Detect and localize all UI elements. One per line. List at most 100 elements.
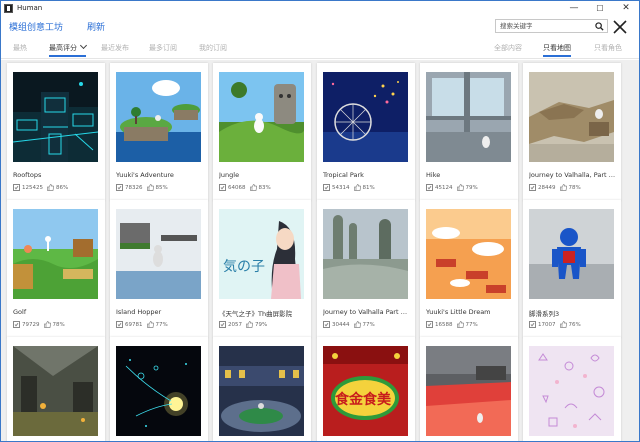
rating: 77% bbox=[465, 321, 478, 328]
subscriber-count: 54314 bbox=[332, 184, 350, 191]
card-stats: 17007 76% bbox=[529, 321, 581, 328]
card-stats: 64068 83% bbox=[219, 184, 271, 191]
rating: 78% bbox=[52, 321, 65, 328]
thumbnail bbox=[116, 346, 201, 436]
workshop-grid: Rooftops 125425 86% Yuuki's Adventure 783… bbox=[1, 60, 639, 441]
workshop-card[interactable] bbox=[420, 337, 518, 441]
card-stats: 28449 78% bbox=[529, 184, 581, 191]
rating: 81% bbox=[362, 184, 375, 191]
subscriber-count: 45124 bbox=[435, 184, 453, 191]
subscribe-icon bbox=[426, 184, 433, 191]
workshop-card[interactable] bbox=[523, 337, 621, 441]
rating: 79% bbox=[465, 184, 478, 191]
close-panel-icon[interactable] bbox=[611, 18, 629, 36]
subscribe-icon bbox=[323, 321, 330, 328]
thumbnail: 気の子 bbox=[219, 209, 304, 299]
tab-characters-only[interactable]: 只看角色 bbox=[594, 43, 622, 57]
thumbnail bbox=[323, 72, 408, 162]
card-title: Hike bbox=[426, 171, 441, 179]
rating: 76% bbox=[568, 321, 581, 328]
search-box[interactable] bbox=[495, 19, 608, 33]
subscribe-icon bbox=[116, 321, 123, 328]
card-title: Golf bbox=[13, 308, 27, 316]
workshop-card[interactable]: 脚滑系列3 17007 76% bbox=[523, 200, 621, 338]
card-title: Rooftops bbox=[13, 171, 42, 179]
tab-hottest[interactable]: 最热 bbox=[13, 43, 27, 57]
thumbs-up-icon bbox=[246, 321, 253, 328]
tab-all-content[interactable]: 全部内容 bbox=[494, 43, 522, 57]
workshop-card[interactable]: 気の子 《天气之子》Th曲屏影院 2057 79% bbox=[213, 200, 311, 338]
subscriber-count: 64068 bbox=[228, 184, 246, 191]
tab-recent[interactable]: 最近发布 bbox=[101, 43, 129, 57]
search-icon[interactable] bbox=[595, 22, 604, 31]
thumbnail bbox=[13, 209, 98, 299]
thumbnail bbox=[426, 346, 511, 436]
card-title: Island Hopper bbox=[116, 308, 162, 316]
workshop-card[interactable]: Jungle 64068 83% bbox=[213, 63, 311, 201]
subscribe-icon bbox=[219, 184, 226, 191]
subscriber-count: 125425 bbox=[22, 184, 43, 191]
maximize-button[interactable]: ☐ bbox=[587, 1, 613, 15]
thumbs-up-icon bbox=[559, 184, 567, 191]
subscriber-count: 2057 bbox=[228, 321, 242, 328]
card-stats: 125425 86% bbox=[13, 184, 68, 191]
rating: 77% bbox=[155, 321, 168, 328]
workshop-card[interactable]: Yuuki's Little Dream 16588 77% bbox=[420, 200, 518, 338]
subscribe-icon bbox=[13, 321, 20, 328]
workshop-card[interactable] bbox=[213, 337, 311, 441]
tab-most-subscribed[interactable]: 最多订阅 bbox=[149, 43, 177, 57]
thumbnail bbox=[116, 209, 201, 299]
thumbs-up-icon bbox=[353, 321, 361, 328]
tab-top-rated[interactable]: 最高评分 bbox=[49, 41, 88, 57]
minimize-button[interactable]: — bbox=[561, 1, 587, 15]
subscriber-count: 17007 bbox=[538, 321, 556, 328]
close-window-button[interactable]: ✕ bbox=[613, 1, 639, 15]
thumbs-up-icon bbox=[146, 321, 154, 328]
search-input[interactable] bbox=[496, 22, 592, 30]
workshop-card[interactable]: Island Hopper 69781 77% bbox=[110, 200, 208, 338]
workshop-card[interactable] bbox=[110, 337, 208, 441]
rating: 78% bbox=[568, 184, 581, 191]
subscriber-count: 78326 bbox=[125, 184, 143, 191]
workshop-card[interactable]: 食金食美 bbox=[317, 337, 415, 441]
chevron-down-icon[interactable] bbox=[79, 41, 88, 50]
thumbs-up-icon bbox=[249, 184, 257, 191]
thumbs-up-icon bbox=[456, 184, 464, 191]
thumbs-up-icon bbox=[146, 184, 154, 191]
card-stats: 54314 81% bbox=[323, 184, 375, 191]
subscriber-count: 28449 bbox=[538, 184, 556, 191]
subscribe-icon bbox=[529, 184, 536, 191]
window-title: Human bbox=[17, 4, 43, 12]
tab-my-subscriptions[interactable]: 我的订阅 bbox=[199, 43, 227, 57]
thumbnail bbox=[13, 346, 98, 436]
card-stats: 16588 77% bbox=[426, 321, 478, 328]
workshop-card[interactable]: Hike 45124 79% bbox=[420, 63, 518, 201]
subscribe-icon bbox=[219, 321, 226, 328]
workshop-card[interactable]: Yuuki's Adventure 78326 85% bbox=[110, 63, 208, 201]
card-title: Journey to Valhalla, Part 6 (Jot... bbox=[529, 171, 617, 179]
app-window: Human — ☐ ✕ 模组创意工坊 刷新 最热 最高评分 最近发布 最多订阅 … bbox=[0, 0, 640, 442]
card-stats: 79729 78% bbox=[13, 321, 65, 328]
title-bar[interactable]: Human — ☐ ✕ bbox=[1, 1, 639, 15]
thumbnail bbox=[219, 72, 304, 162]
subscribe-icon bbox=[426, 321, 433, 328]
card-title: 《天气之子》Th曲屏影院 bbox=[219, 310, 293, 318]
thumbs-up-icon bbox=[559, 321, 567, 328]
thumbnail bbox=[219, 346, 304, 436]
thumbnail: 食金食美 bbox=[323, 346, 408, 436]
tab-maps-only[interactable]: 只看地图 bbox=[543, 43, 571, 57]
subscribe-icon bbox=[323, 184, 330, 191]
filter-tabs: 最热 最高评分 最近发布 最多订阅 我的订阅 全部内容 只看地图 只看角色 bbox=[1, 39, 639, 59]
thumbnail bbox=[529, 209, 614, 299]
refresh-link[interactable]: 刷新 bbox=[87, 20, 105, 33]
subscriber-count: 79729 bbox=[22, 321, 40, 328]
thumbnail-text: 気の子 bbox=[223, 259, 265, 275]
workshop-card[interactable]: Journey to Valhalla, Part 6 (Jot... 2844… bbox=[523, 63, 621, 201]
workshop-card[interactable]: Tropical Park 54314 81% bbox=[317, 63, 415, 201]
subscribe-icon bbox=[116, 184, 123, 191]
workshop-card[interactable]: Rooftops 125425 86% bbox=[7, 63, 105, 201]
workshop-card[interactable] bbox=[7, 337, 105, 441]
workshop-card[interactable]: Golf 79729 78% bbox=[7, 200, 105, 338]
workshop-card[interactable]: Journey to Valhalla Part 1 [Mi... 30444 7… bbox=[317, 200, 415, 338]
card-stats: 69781 77% bbox=[116, 321, 168, 328]
